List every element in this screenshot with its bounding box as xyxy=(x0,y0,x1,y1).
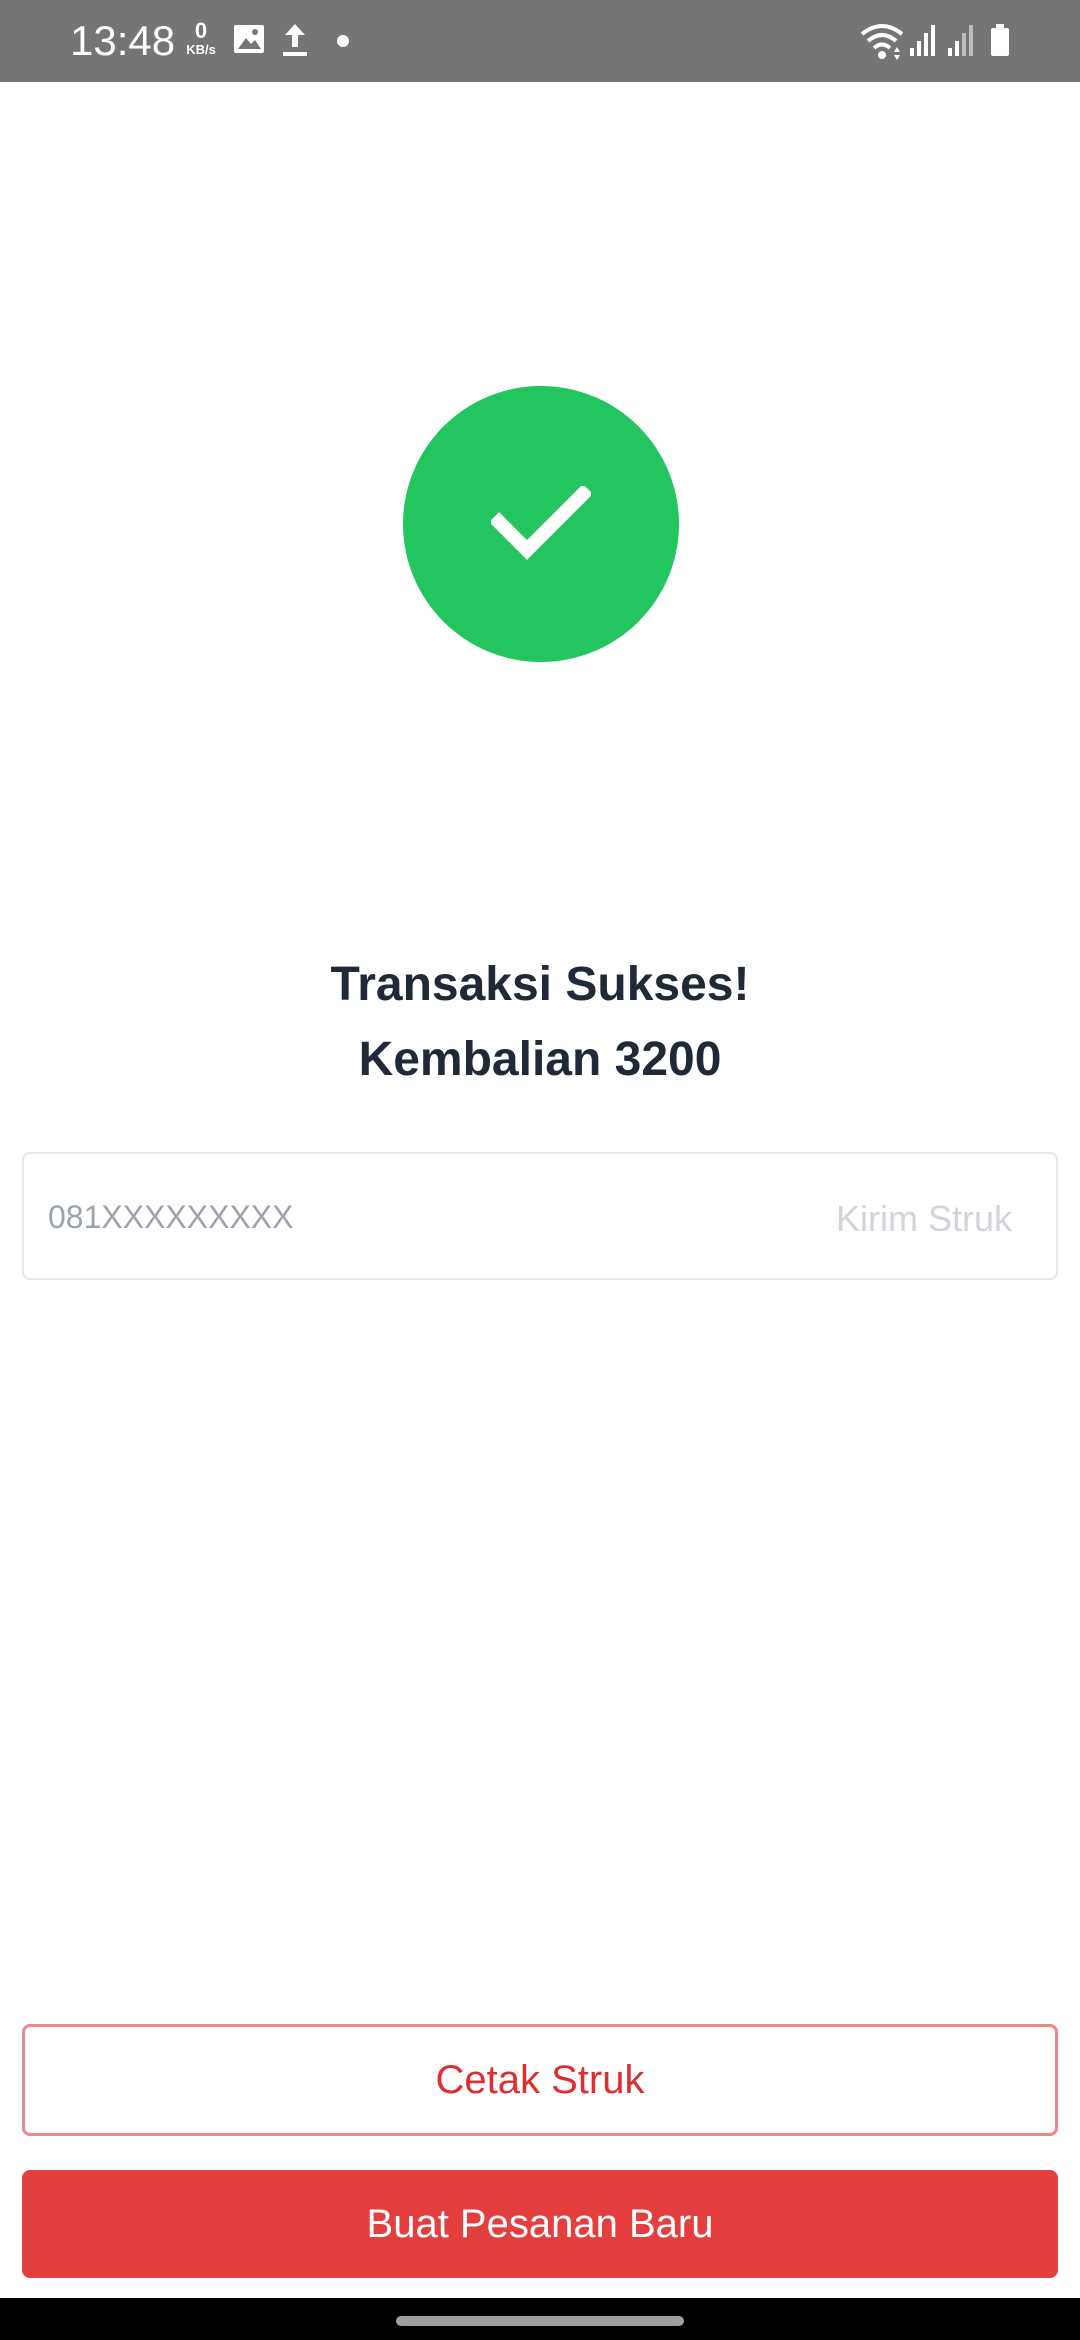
new-order-button[interactable]: Buat Pesanan Baru xyxy=(22,2170,1058,2278)
signal-icon xyxy=(908,22,938,62)
upload-icon xyxy=(280,22,310,62)
wifi-icon xyxy=(860,22,904,62)
print-receipt-button[interactable]: Cetak Struk xyxy=(22,2024,1058,2136)
send-receipt-field: Kirim Struk xyxy=(22,1152,1058,1280)
change-amount: Kembalian 3200 xyxy=(358,1033,722,1086)
home-gesture-handle[interactable] xyxy=(396,2316,684,2326)
battery-icon xyxy=(988,22,1012,62)
transaction-success-screen: 13:48 0 KB/s Transaksi Sukses! Kembalian… xyxy=(0,0,1080,2340)
gallery-icon xyxy=(232,22,266,62)
navigation-bar xyxy=(0,2298,1080,2340)
dot-icon xyxy=(336,22,350,62)
status-time: 13:48 xyxy=(70,17,176,64)
send-receipt-button[interactable]: Kirim Struk xyxy=(836,1194,1012,1244)
network-speed: 0 KB/s xyxy=(182,20,220,64)
network-speed-unit: KB/s xyxy=(186,42,216,57)
signal-icon xyxy=(946,22,976,62)
phone-number-input[interactable] xyxy=(48,1184,808,1250)
success-title: Transaksi Sukses! xyxy=(330,958,750,1011)
network-speed-value: 0 xyxy=(194,18,208,43)
status-bar: 13:48 0 KB/s xyxy=(0,0,1080,82)
success-indicator xyxy=(403,386,679,662)
checkmark-icon xyxy=(491,486,591,560)
